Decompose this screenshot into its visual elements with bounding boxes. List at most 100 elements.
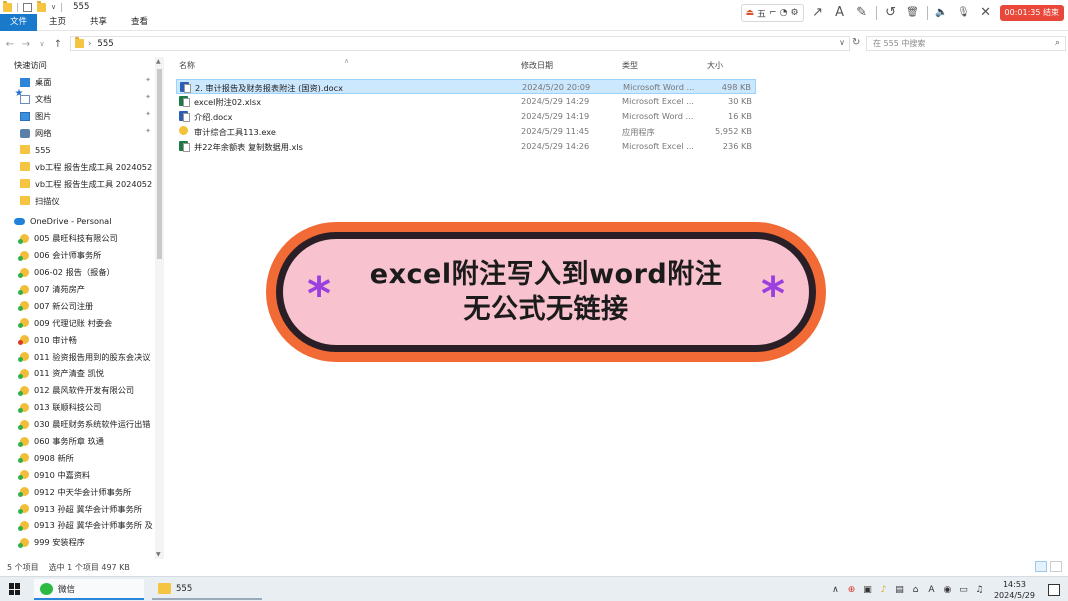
sidebar-item-folder[interactable]: 0913 孙超 冀华会计师事务所	[0, 500, 165, 517]
tab-file[interactable]: 文件	[0, 13, 38, 31]
file-row[interactable]: 介绍.docx 2024/5/29 14:19 Microsoft Word ...…	[176, 109, 756, 124]
tray-icon[interactable]: ⌂	[910, 585, 921, 595]
sidebar-item-label: 011 资产清查 凯悦	[34, 368, 104, 379]
scroll-down-icon[interactable]: ▼	[156, 551, 161, 558]
sidebar-item-folder[interactable]: 013 联顺科技公司	[0, 399, 165, 416]
sidebar-item-folder[interactable]: 010 审计畅	[0, 331, 165, 348]
sidebar-item-folder[interactable]: vb工程 报告生成工具 2024052	[0, 158, 165, 175]
sidebar-item-quick-access[interactable]: ★ 快速访问	[0, 57, 165, 98]
column-modified[interactable]: 修改日期	[521, 60, 553, 71]
tab-share[interactable]: 共享	[78, 14, 119, 31]
sidebar-item-label: 010 审计畅	[34, 334, 77, 345]
tray-icon[interactable]: ♪	[878, 585, 889, 595]
sidebar-item-folder[interactable]: 009 代理记账 村委会	[0, 314, 165, 331]
sidebar-item-folder[interactable]: 012 晨风软件开发有限公司	[0, 382, 165, 399]
up-arrow-icon[interactable]: ↑	[50, 39, 66, 50]
scroll-up-icon[interactable]: ▲	[156, 58, 161, 65]
forward-arrow-icon[interactable]: →	[18, 39, 34, 50]
file-row[interactable]: excel附注02.xlsx 2024/5/29 14:29 Microsoft E…	[176, 94, 756, 109]
file-size: 16 KB	[727, 111, 752, 121]
sidebar-item-folder[interactable]: 011 资产清查 凯悦	[0, 365, 165, 382]
exe-file-icon	[179, 126, 188, 135]
sidebar-item-folder[interactable]: 007 清苑房产	[0, 281, 165, 298]
tray-icon[interactable]: ▤	[894, 585, 905, 595]
sidebar-item-folder[interactable]: 999 安装程序	[0, 534, 165, 551]
properties-icon[interactable]	[23, 2, 32, 12]
refresh-icon[interactable]: ↻	[852, 37, 860, 48]
sidebar-item-network[interactable]: 网络 ✦	[0, 125, 165, 142]
excel-file-icon	[179, 96, 190, 107]
large-icons-view-button[interactable]	[1050, 561, 1062, 572]
folder-icon	[3, 0, 12, 12]
notification-center-icon[interactable]	[1048, 583, 1060, 596]
system-tray: ∧ ⊕ ▣ ♪ ▤ ⌂ A ◉ ▭ ♫ 14:53 2024/5/29	[830, 577, 1068, 601]
sidebar-item-folder[interactable]: 060 事务所章 玖通	[0, 433, 165, 450]
synced-folder-icon	[18, 335, 29, 346]
sidebar-item-folder[interactable]: 007 新公司注册	[0, 297, 165, 314]
search-icon[interactable]: ⌕	[1055, 37, 1060, 50]
scrollbar-thumb[interactable]	[157, 69, 162, 259]
search-input[interactable]: 在 555 中搜索 ⌕	[866, 36, 1066, 51]
file-name: excel附注02.xlsx	[194, 97, 262, 107]
synced-folder-icon	[18, 419, 29, 430]
tab-view[interactable]: 查看	[119, 14, 160, 31]
synced-folder-icon	[18, 520, 29, 531]
sidebar-item-pictures[interactable]: 图片 ✦	[0, 108, 165, 125]
details-view-button[interactable]	[1035, 561, 1047, 572]
taskbar-app-wechat[interactable]: 微信	[34, 579, 144, 600]
sidebar-item-folder[interactable]: 011 验资报告用到的股东会决议	[0, 348, 165, 365]
quick-access-dropdown-icon[interactable]: ∨	[51, 3, 56, 11]
file-row[interactable]: 并22年余额表 复制数据用.xls 2024/5/29 14:26 Microsof…	[176, 139, 756, 154]
column-type[interactable]: 类型	[622, 60, 638, 71]
sidebar-item-label: 桌面	[35, 77, 52, 88]
taskbar-app-label: 微信	[58, 584, 76, 595]
sidebar-item-documents[interactable]: 文档 ✦	[0, 91, 165, 108]
breadcrumb-555[interactable]: 555	[97, 39, 113, 49]
sidebar-item-folder[interactable]: 0908 新所	[0, 449, 165, 466]
network-icon[interactable]: ▭	[958, 585, 969, 595]
sidebar-item-folder[interactable]: 0913 孙超 冀华会计师事务所 及	[0, 517, 165, 534]
tray-icon[interactable]: A	[926, 585, 937, 595]
file-row[interactable]: 2. 审计报告及财务报表附注 (国资).docx 2024/5/20 20:09 M…	[176, 79, 756, 94]
tray-icon[interactable]: ◉	[942, 585, 953, 595]
recent-locations-icon[interactable]: ∨	[34, 40, 50, 48]
sidebar-item-label: 013 联顺科技公司	[34, 402, 102, 413]
taskbar-app-explorer[interactable]: 555	[152, 579, 262, 600]
column-size[interactable]: 大小	[707, 60, 723, 71]
column-name[interactable]: 名称	[179, 60, 195, 71]
tray-icon[interactable]: ▣	[862, 585, 873, 595]
sidebar-item-folder[interactable]: 0910 中嘉资料	[0, 466, 165, 483]
pin-icon: ✦	[145, 126, 151, 135]
breadcrumb-separator: ›	[88, 38, 92, 49]
windows-start-icon[interactable]	[9, 583, 21, 595]
file-name: 介绍.docx	[194, 112, 233, 122]
sidebar-item-folder[interactable]: 0912 中天华会计师事务所	[0, 483, 165, 500]
volume-icon[interactable]: ♫	[974, 585, 985, 595]
file-row[interactable]: 审计综合工具113.exe 2024/5/29 11:45 应用程序 5,952 KB	[176, 124, 756, 139]
new-folder-icon[interactable]	[37, 0, 46, 12]
sidebar-item-folder[interactable]: 030 晨旺财务系统软件运行出错	[0, 416, 165, 433]
sidebar-item-label: 扫描仪	[35, 195, 60, 206]
sidebar-item-folder[interactable]: 555	[0, 141, 165, 158]
sidebar-item-folder[interactable]: 扫描仪	[0, 192, 165, 209]
sidebar-item-desktop[interactable]: 桌面 ✦	[0, 74, 165, 91]
show-hidden-icons-icon[interactable]: ∧	[830, 585, 841, 595]
pin-icon: ✦	[145, 109, 151, 118]
sidebar-item-folder[interactable]: vb工程 报告生成工具 2024052	[0, 175, 165, 192]
sidebar-item-label: 030 晨旺财务系统软件运行出错	[34, 419, 151, 430]
synced-folder-icon	[18, 504, 29, 515]
sidebar-item-folder[interactable]: 006 会计师事务所	[0, 247, 165, 264]
sidebar-item-label: 006 会计师事务所	[34, 250, 102, 261]
tray-icon[interactable]: ⊕	[846, 585, 857, 595]
sidebar-item-onedrive[interactable]: OneDrive - Personal	[0, 213, 165, 230]
sidebar-item-folder[interactable]: 005 晨旺科技有限公司	[0, 230, 165, 247]
address-bar[interactable]: › 555 ∨	[70, 36, 850, 51]
sidebar-item-folder[interactable]: 006-02 报告（报备）	[0, 264, 165, 281]
tab-home[interactable]: 主页	[37, 14, 78, 31]
sidebar-item-label: 999 安装程序	[34, 537, 85, 548]
back-arrow-icon[interactable]: ←	[2, 39, 18, 50]
synced-folder-icon	[18, 352, 29, 363]
sidebar-scrollbar[interactable]: ▲ ▼	[155, 57, 164, 559]
clock[interactable]: 14:53 2024/5/29	[994, 579, 1035, 601]
address-dropdown-icon[interactable]: ∨	[839, 38, 845, 47]
